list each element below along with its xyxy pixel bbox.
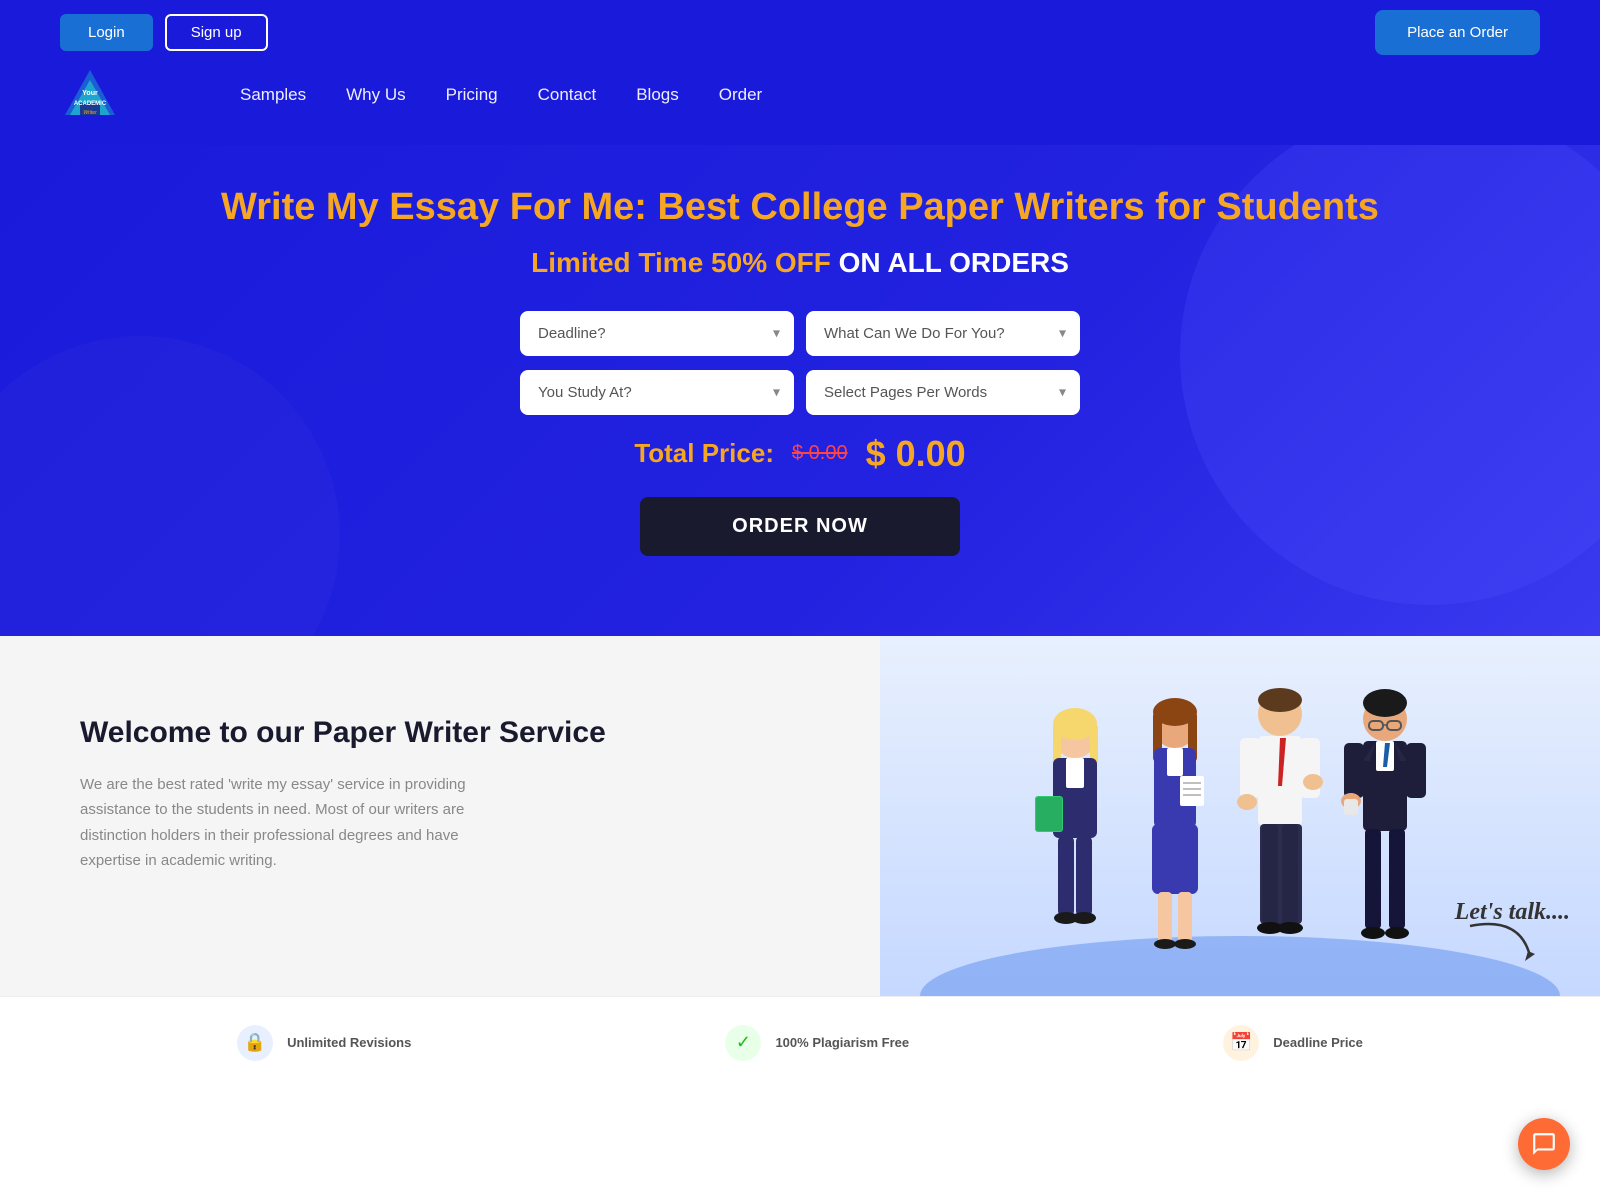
hero-subtitle-bold: ON ALL ORDERS bbox=[839, 247, 1069, 278]
plagiarism-icon: ✓ bbox=[725, 1025, 761, 1061]
stat-revisions-label: Unlimited Revisions bbox=[287, 1035, 411, 1050]
stat-plagiarism-label: 100% Plagiarism Free bbox=[775, 1035, 909, 1050]
chat-bubble-button[interactable] bbox=[1518, 1118, 1570, 1170]
stat-plagiarism: ✓ 100% Plagiarism Free bbox=[725, 1025, 909, 1061]
pages-select[interactable]: Select Pages Per Words 1 Page / 275 Word… bbox=[806, 370, 1080, 415]
welcome-section: Welcome to our Paper Writer Service We a… bbox=[0, 636, 1600, 996]
hero-subtitle-highlight: Limited Time 50% OFF bbox=[531, 247, 831, 278]
stats-bar: 🔒 Unlimited Revisions ✓ 100% Plagiarism … bbox=[0, 996, 1600, 1089]
nav-contact[interactable]: Contact bbox=[538, 85, 597, 104]
price-label: Total Price: bbox=[634, 438, 774, 469]
welcome-text: Welcome to our Paper Writer Service We a… bbox=[0, 636, 880, 996]
service-select[interactable]: What Can We Do For You? Essay Writing Re… bbox=[806, 311, 1080, 356]
signup-button[interactable]: Sign up bbox=[165, 14, 268, 51]
nav-why-us[interactable]: Why Us bbox=[346, 85, 406, 104]
study-wrapper: You Study At? High School College Univer… bbox=[520, 370, 794, 415]
stat-deadline-label: Deadline Price bbox=[1273, 1035, 1363, 1050]
order-now-button[interactable]: ORDER NOW bbox=[640, 497, 960, 556]
place-order-button[interactable]: Place an Order bbox=[1375, 10, 1540, 55]
top-bar-auth-buttons: Login Sign up bbox=[60, 14, 268, 51]
price-current: $ 0.00 bbox=[866, 433, 966, 475]
welcome-title: Welcome to our Paper Writer Service bbox=[80, 716, 820, 750]
logo[interactable]: Your ACADEMIC Writer bbox=[60, 65, 120, 125]
login-button[interactable]: Login bbox=[60, 14, 153, 51]
revisions-icon: 🔒 bbox=[237, 1025, 273, 1061]
price-row: Total Price: $ 0.00 $ 0.00 bbox=[520, 433, 1080, 475]
lets-talk-text: Let's talk.... bbox=[1455, 899, 1570, 926]
hero-content: Write My Essay For Me: Best College Pape… bbox=[60, 185, 1540, 556]
nav-pricing[interactable]: Pricing bbox=[446, 85, 498, 104]
price-original: $ 0.00 bbox=[792, 442, 848, 465]
welcome-description: We are the best rated 'write my essay' s… bbox=[80, 772, 480, 874]
svg-text:ACADEMIC: ACADEMIC bbox=[74, 101, 107, 107]
nav-blogs[interactable]: Blogs bbox=[636, 85, 679, 104]
navbar: Your ACADEMIC Writer Samples Why Us Pric… bbox=[0, 65, 1600, 145]
nav-samples[interactable]: Samples bbox=[240, 85, 306, 104]
stat-deadline: 📅 Deadline Price bbox=[1223, 1025, 1363, 1061]
service-wrapper: What Can We Do For You? Essay Writing Re… bbox=[806, 311, 1080, 356]
svg-text:Your: Your bbox=[82, 90, 98, 97]
hero-title: Write My Essay For Me: Best College Pape… bbox=[60, 185, 1540, 231]
hero-subtitle: Limited Time 50% OFF ON ALL ORDERS bbox=[60, 247, 1540, 279]
deadline-icon: 📅 bbox=[1223, 1025, 1259, 1061]
nav-order[interactable]: Order bbox=[719, 85, 762, 104]
nav-links: Samples Why Us Pricing Contact Blogs Ord… bbox=[240, 85, 762, 105]
deadline-wrapper: Deadline? 24 Hours 48 Hours 3 Days 7 Day… bbox=[520, 311, 794, 356]
welcome-image: Let's talk.... bbox=[880, 636, 1600, 996]
study-select[interactable]: You Study At? High School College Univer… bbox=[520, 370, 794, 415]
order-form: Deadline? 24 Hours 48 Hours 3 Days 7 Day… bbox=[520, 311, 1080, 556]
form-row-1: Deadline? 24 Hours 48 Hours 3 Days 7 Day… bbox=[520, 311, 1080, 356]
stat-revisions: 🔒 Unlimited Revisions bbox=[237, 1025, 411, 1061]
hero-section: Write My Essay For Me: Best College Pape… bbox=[0, 145, 1600, 636]
chat-icon bbox=[1531, 1131, 1557, 1157]
deadline-select[interactable]: Deadline? 24 Hours 48 Hours 3 Days 7 Day… bbox=[520, 311, 794, 356]
top-bar: Login Sign up Place an Order bbox=[0, 0, 1600, 65]
svg-text:Writer: Writer bbox=[83, 110, 97, 116]
pages-wrapper: Select Pages Per Words 1 Page / 275 Word… bbox=[806, 370, 1080, 415]
form-row-2: You Study At? High School College Univer… bbox=[520, 370, 1080, 415]
